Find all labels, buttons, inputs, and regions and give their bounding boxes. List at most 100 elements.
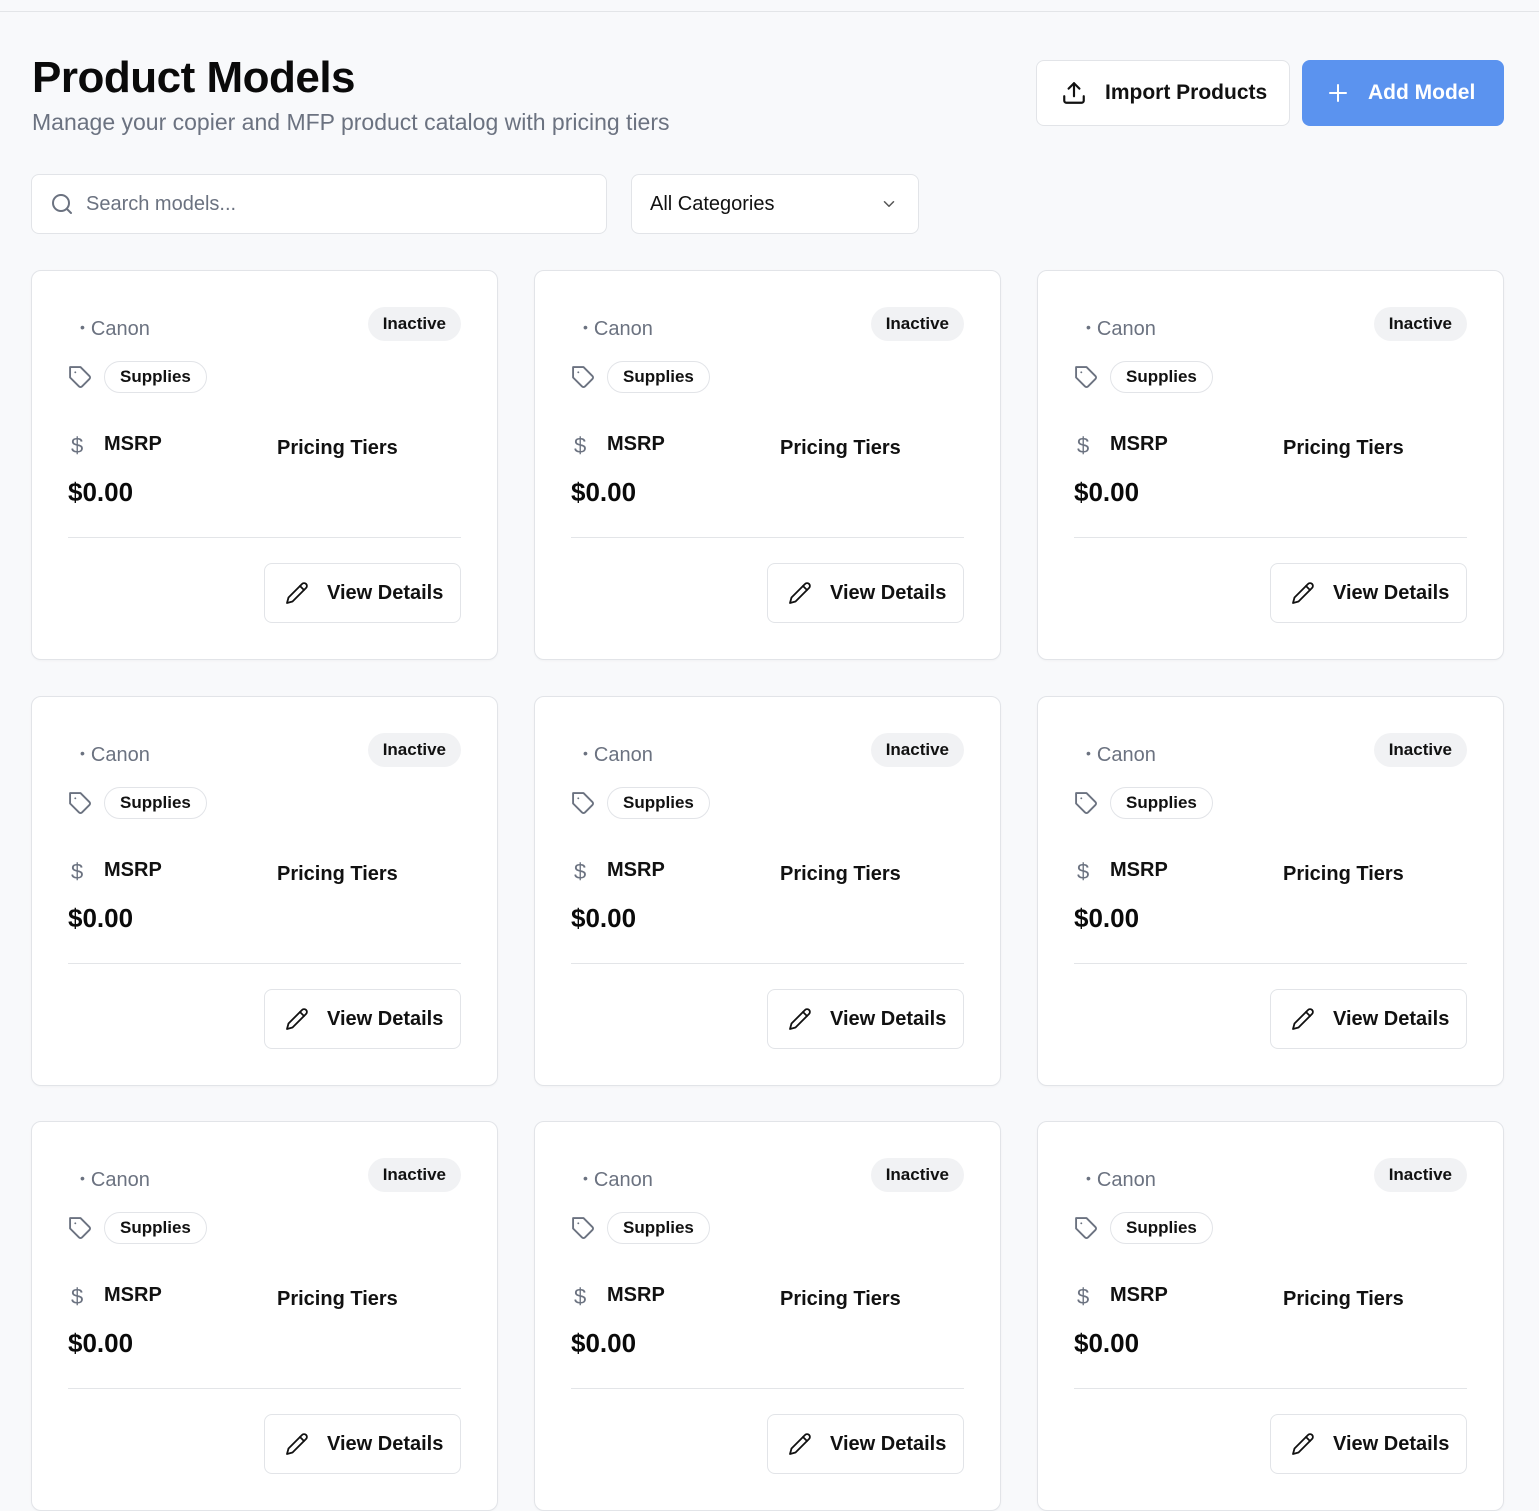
view-details-button[interactable]: View Details	[1270, 989, 1467, 1049]
brand-label: • Canon	[80, 1169, 150, 1191]
category-badge: Supplies	[104, 361, 207, 393]
msrp-label: MSRP	[104, 433, 162, 455]
import-products-button[interactable]: Import Products	[1036, 60, 1290, 126]
pricing-tiers-label: Pricing Tiers	[1283, 1288, 1404, 1310]
category-badge: Supplies	[607, 1212, 710, 1244]
tag-icon	[1075, 366, 1097, 388]
search-box[interactable]	[31, 174, 607, 234]
view-details-button[interactable]: View Details	[1270, 1414, 1467, 1474]
msrp-value: $0.00	[68, 477, 134, 507]
view-details-button[interactable]: View Details	[1270, 563, 1467, 623]
category-badge: Supplies	[607, 361, 710, 393]
page-title: Product Models	[32, 53, 356, 102]
msrp-value: $0.00	[68, 1328, 134, 1358]
pricing-tiers-label: Pricing Tiers	[780, 437, 901, 459]
dollar-icon: $	[574, 1284, 587, 1309]
msrp-value: $0.00	[571, 477, 637, 507]
msrp-value: $0.00	[571, 903, 637, 933]
brand-name: Canon	[1096, 744, 1156, 766]
import-products-label: Import Products	[1105, 81, 1268, 104]
category-badge: Supplies	[607, 787, 710, 819]
card-divider	[1074, 963, 1467, 964]
msrp-value: $0.00	[1074, 903, 1140, 933]
view-details-label: View Details	[830, 1007, 947, 1030]
status-badge: Inactive	[1373, 733, 1467, 767]
status-badge: Inactive	[1373, 307, 1467, 341]
brand-label: • Canon	[583, 1169, 653, 1191]
view-details-button[interactable]: View Details	[264, 989, 461, 1049]
brand-label: • Canon	[1086, 318, 1156, 340]
tag-icon	[572, 1217, 594, 1239]
pencil-icon	[1292, 1433, 1314, 1455]
card-divider	[571, 537, 964, 538]
pencil-icon	[789, 1433, 811, 1455]
pencil-icon	[286, 1433, 308, 1455]
card-divider	[571, 963, 964, 964]
tag-icon	[69, 366, 91, 388]
card-divider	[68, 1388, 461, 1389]
msrp-label: MSRP	[1110, 1284, 1168, 1306]
chevron-down-icon	[883, 201, 895, 207]
category-select[interactable]: All Categories	[631, 174, 919, 234]
brand-label: • Canon	[80, 318, 150, 340]
tag-icon	[572, 792, 594, 814]
dollar-icon: $	[1077, 433, 1090, 458]
search-input[interactable]	[86, 192, 586, 216]
card-divider	[68, 963, 461, 964]
add-model-button[interactable]: Add Model	[1302, 60, 1504, 126]
pencil-icon	[1292, 582, 1314, 604]
tag-icon	[69, 1217, 91, 1239]
search-icon	[52, 194, 72, 214]
view-details-label: View Details	[327, 1007, 444, 1030]
pricing-tiers-label: Pricing Tiers	[1283, 863, 1404, 885]
page-header: Product Models Manage your copier and MF…	[32, 52, 670, 136]
status-badge: Inactive	[870, 1158, 964, 1192]
brand-name: Canon	[1096, 318, 1156, 340]
status-badge: Inactive	[1373, 1158, 1467, 1192]
status-badge: Inactive	[367, 1158, 461, 1192]
msrp-label: MSRP	[104, 859, 162, 881]
tag-icon	[1075, 1217, 1097, 1239]
msrp-value: $0.00	[68, 903, 134, 933]
brand-name: Canon	[593, 744, 653, 766]
view-details-label: View Details	[327, 1432, 444, 1455]
pricing-tiers-label: Pricing Tiers	[1283, 437, 1404, 459]
status-badge: Inactive	[367, 307, 461, 341]
category-badge: Supplies	[104, 787, 207, 819]
dollar-icon: $	[71, 433, 84, 458]
view-details-button[interactable]: View Details	[767, 1414, 964, 1474]
brand-name: Canon	[1096, 1169, 1156, 1191]
card-divider	[1074, 1388, 1467, 1389]
card-divider	[68, 537, 461, 538]
pencil-icon	[1292, 1008, 1314, 1030]
dollar-icon: $	[1077, 859, 1090, 884]
pencil-icon	[286, 1008, 308, 1030]
brand-label: • Canon	[583, 318, 653, 340]
tag-icon	[572, 366, 594, 388]
view-details-label: View Details	[327, 581, 444, 604]
product-card: • Canon Inactive Supplies $ MSRP $0.00 Pr…	[1037, 1121, 1504, 1511]
upload-icon	[1063, 82, 1085, 104]
product-card: • Canon Inactive Supplies $ MSRP $0.00 Pr…	[534, 696, 1001, 1086]
view-details-button[interactable]: View Details	[767, 989, 964, 1049]
product-card: • Canon Inactive Supplies $ MSRP $0.00 Pr…	[534, 270, 1001, 660]
dollar-icon: $	[574, 859, 587, 884]
dollar-icon: $	[71, 859, 84, 884]
view-details-label: View Details	[1333, 1007, 1450, 1030]
product-card: • Canon Inactive Supplies $ MSRP $0.00 Pr…	[31, 696, 498, 1086]
msrp-value: $0.00	[1074, 1328, 1140, 1358]
view-details-button[interactable]: View Details	[264, 563, 461, 623]
brand-label: • Canon	[80, 744, 150, 766]
msrp-label: MSRP	[104, 1284, 162, 1306]
tag-icon	[1075, 792, 1097, 814]
view-details-button[interactable]: View Details	[264, 1414, 461, 1474]
pricing-tiers-label: Pricing Tiers	[780, 1288, 901, 1310]
product-card: • Canon Inactive Supplies $ MSRP $0.00 Pr…	[31, 270, 498, 660]
status-badge: Inactive	[870, 307, 964, 341]
plus-icon	[1329, 84, 1347, 102]
product-card: • Canon Inactive Supplies $ MSRP $0.00 Pr…	[1037, 270, 1504, 660]
msrp-label: MSRP	[1110, 859, 1168, 881]
pencil-icon	[789, 582, 811, 604]
view-details-button[interactable]: View Details	[767, 563, 964, 623]
view-details-label: View Details	[830, 1432, 947, 1455]
